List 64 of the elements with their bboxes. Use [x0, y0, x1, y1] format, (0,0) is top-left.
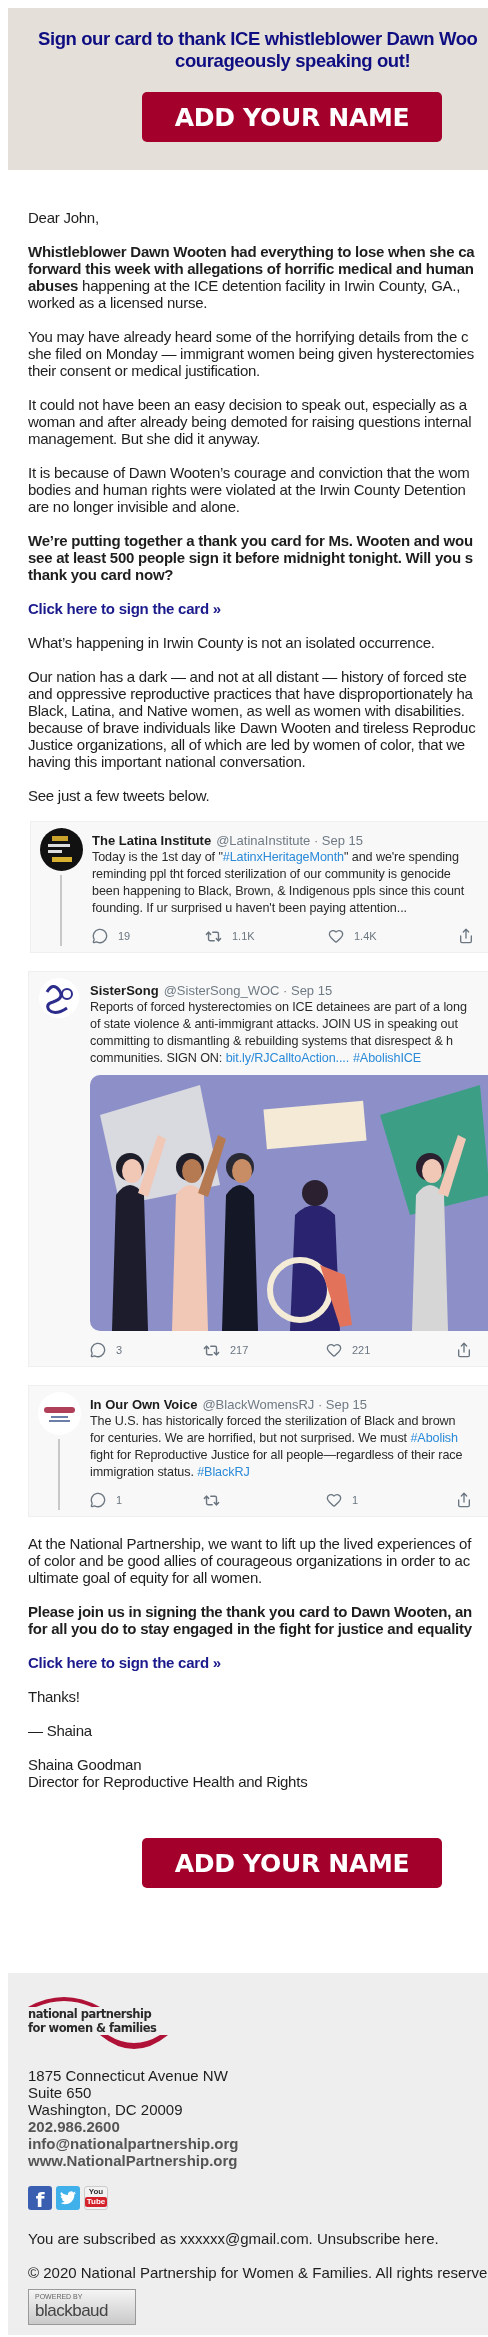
contact-link[interactable]: www.NationalPartnership.org [28, 2152, 238, 2169]
action-count: 217 [230, 1344, 249, 1356]
body-paragraph: It could not have been an easy decision to speak out, especially as a woman and after already being demoted for raising questions internal management. But she did it anyway. [28, 396, 473, 447]
reply-icon[interactable] [92, 928, 108, 944]
heart-icon[interactable] [326, 1342, 342, 1358]
body-paragraph: Whistleblower Dawn Wooten had everything to lose when she ca forward this week with allegations of horrific medical and human abuses happening at the ICE detention facility in Irwin County, GA., worked as a licensed nurse. [28, 243, 476, 311]
tweet-handle: @BlackWomensRJ · Sep 15 [202, 1396, 368, 1413]
action-count: 1 [116, 1494, 123, 1506]
action-count: 1.4K [354, 930, 377, 942]
add-name-button[interactable]: ADD YOUR NAME [142, 1838, 442, 1888]
tweet-handle: @SisterSong_WOC · Sep 15 [163, 982, 333, 999]
body-paragraph: Please join us in signing the thank you card to Dawn Wooten, an for all you do to stay engaged in the fight for justice and equality [28, 1603, 474, 1637]
tweet-text: The U.S. has historically forced the sterilization of Black and brown for centuries. We are horrified, but not surprised. We must #Abolish fight for Reproductive Justice for all people—regardless of their race immigration status. #BlackRJ [90, 1413, 464, 1481]
subscription-note: You are subscribed as xxxxxx@gmail.com. Unsubscribe here. [28, 2230, 440, 2247]
add-name-button[interactable]: ADD YOUR NAME [142, 92, 442, 142]
body-paragraph: You may have already heard some of the horrifying details from the c she filed on Monday — immigrant women being given hysterectomies their consent or medical justification. [28, 328, 475, 379]
reply-icon[interactable] [90, 1342, 106, 1358]
reply-icon[interactable] [90, 1492, 106, 1508]
body-paragraph: — Shaina [28, 1722, 93, 1739]
hashtag-link[interactable]: bit.ly/RJCalltoAction.... [225, 1051, 350, 1065]
address: 1875 Connecticut Avenue NW Suite 650 Washington, DC 20009 [28, 2067, 229, 2118]
copyright: © 2020 National Partnership for Women & Families. All rights reserve [28, 2264, 488, 2281]
sign-card-link[interactable]: Click here to sign the card » [28, 1654, 221, 1671]
logo-text: national partnership for women & families [28, 2007, 158, 2035]
contact-link[interactable]: info@nationalpartnership.org [28, 2135, 239, 2152]
tweet-handle: @LatinaInstitute · Sep 15 [216, 832, 364, 849]
body-paragraph: At the National Partnership, we want to lift up the lived experiences of of color and be good allies of courageous organizations in order to ac ultimate goal of equity for all women. [28, 1535, 473, 1586]
tweet-text: Today is the 1st day of "#LatinxHeritageMonth" and we're spending reminding ppl tht forced sterilization of our community is genocide been happening to Black, Brown, & Indigenous ppls since this count founding. If ur surprised u haven't been paying attention... [92, 849, 466, 917]
heart-icon[interactable] [328, 928, 344, 944]
hashtag-link[interactable]: #BlackRJ [197, 1465, 250, 1479]
tweet-text: Reports of forced hysterectomies on ICE detainees are part of a long of state violence & anti-immigrant attacks. JOIN US in speaking out committing to dismantling & rebuilding systems that disrespect & h communities. SIGN ON: bit.ly/RJCalltoAction.... #AbolishICE [90, 999, 468, 1067]
bird-icon[interactable] [56, 2186, 80, 2210]
action-count: 1 [352, 1494, 359, 1506]
share-icon[interactable] [456, 1342, 472, 1358]
hashtag-link[interactable]: #LatinxHeritageMonth [222, 850, 344, 864]
avatar [37, 1392, 81, 1435]
sign-card-link[interactable]: Click here to sign the card » [28, 600, 221, 617]
share-icon[interactable] [458, 928, 474, 944]
body-paragraph: Thanks! [28, 1688, 81, 1705]
avatar [39, 828, 83, 871]
hashtag-link[interactable]: #AbolishICE [352, 1051, 422, 1065]
body-paragraph: It is because of Dawn Wooten’s courage and conviction that the wom bodies and human rights were violated at the Irwin County Detention are no longer invisible and alone. [28, 464, 471, 515]
avatar [39, 978, 79, 1018]
action-count: 221 [352, 1344, 371, 1356]
hashtag-link[interactable]: #Abolish [410, 1431, 458, 1445]
youtube-icon[interactable]: You Tube [84, 2186, 108, 2210]
contact-link[interactable]: 202.986.2600 [28, 2118, 120, 2135]
action-count: 3 [116, 1344, 123, 1356]
action-count: 1.1K [232, 930, 255, 942]
body-paragraph: Dear John, [28, 209, 100, 226]
body-paragraph: Shaina Goodman Director for Reproductive Health and Rights [28, 1756, 309, 1790]
body-paragraph: What’s happening in Irwin County is not an isolated occurrence. [28, 634, 436, 651]
tweet-author: In Our Own Voice [90, 1396, 198, 1413]
tweet-author: SisterSong [90, 982, 159, 999]
body-paragraph: Our nation has a dark — and not at all distant — history of forced ste and oppressive reproductive practices that have disproportionately ha Black, Latina, and Native women, as well as women with disabilities. because of brave individuals like Dawn Wooten and tireless Reproduc Justice organizations, all of which are led by women of color, that we having this important national conversation. [28, 668, 477, 770]
tweet-author: The Latina Institute [92, 832, 212, 849]
action-count: 19 [118, 930, 131, 942]
body-paragraph: We’re putting together a thank you card for Ms. Wooten and wou see at least 500 people sign it before midnight tonight. Will you s thank you card now? [28, 532, 474, 583]
headline: Sign our card to thank ICE whistleblower Dawn Woo courageously speaking out! [38, 28, 478, 72]
heart-icon[interactable] [326, 1492, 342, 1508]
body-paragraph: See just a few tweets below. [28, 787, 211, 804]
arc-icon [100, 2035, 168, 2051]
facebook-icon[interactable]: f [28, 2186, 52, 2210]
share-icon[interactable] [456, 1492, 472, 1508]
